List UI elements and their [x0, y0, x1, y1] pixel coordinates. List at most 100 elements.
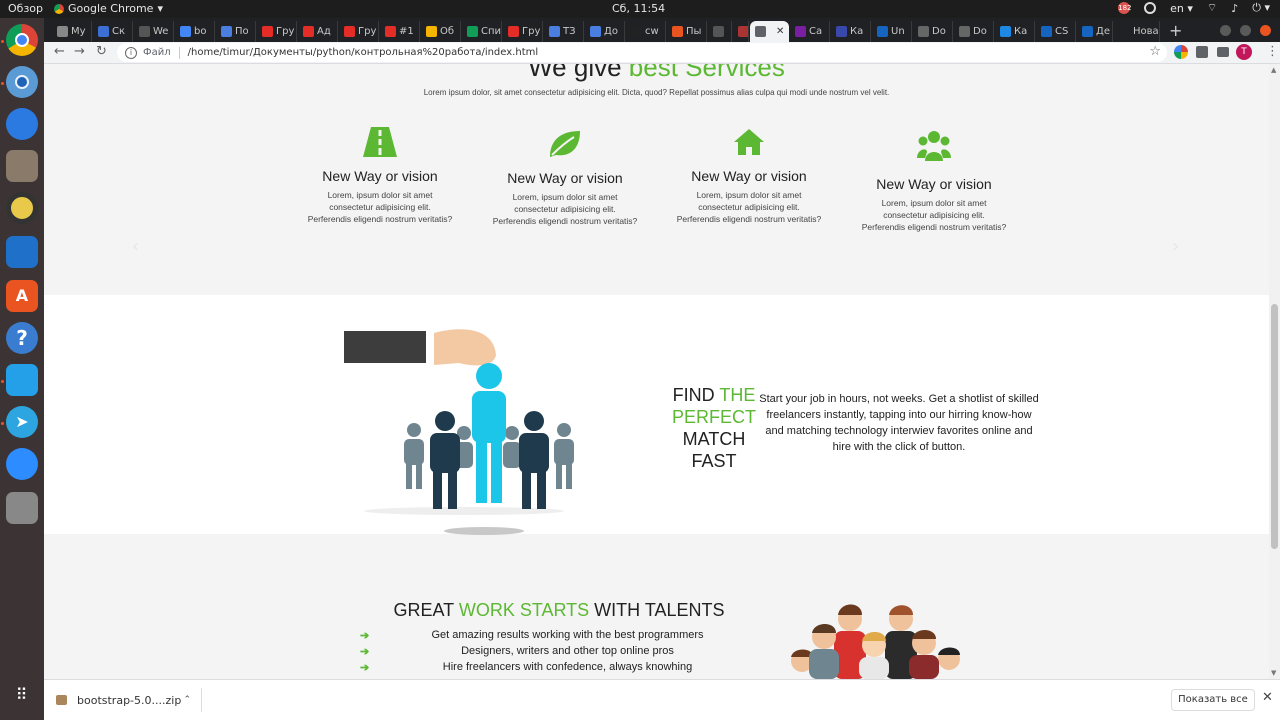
close-tab-icon[interactable]: ✕ [776, 26, 784, 37]
toolbar: ← → ↻ i Файл /home/timur/Документы/pytho… [44, 42, 1280, 64]
wifi-icon[interactable]: ⌔ [1207, 1, 1217, 15]
address-bar[interactable]: i Файл /home/timur/Документы/python/конт… [117, 43, 1167, 62]
tab[interactable]: Ск [93, 21, 133, 42]
notification-badge[interactable]: 182 [1118, 2, 1131, 14]
service-card: New Way or vision Lorem, ipsum dolor sit… [849, 122, 1019, 233]
thunderbird-icon[interactable] [6, 108, 38, 140]
tab[interactable]: Do [913, 21, 953, 42]
tab[interactable]: Ка [995, 21, 1035, 42]
forward-icon[interactable]: → [74, 44, 85, 59]
profile-avatar[interactable]: T [1236, 44, 1252, 60]
download-filename: bootstrap-5.0....zip [77, 693, 182, 707]
reading-list-icon[interactable] [1217, 47, 1229, 57]
tab[interactable]: Об [421, 21, 461, 42]
tab[interactable]: Ка [831, 21, 871, 42]
power-icon[interactable]: ⏻ ▾ [1252, 1, 1270, 15]
scrollbar-thumb[interactable] [1271, 304, 1278, 549]
minimize-button[interactable] [1220, 25, 1231, 36]
tab[interactable]: My [52, 21, 92, 42]
tab[interactable]: Un [872, 21, 912, 42]
carousel-prev-button[interactable]: ‹ [132, 236, 139, 257]
zoom-icon[interactable] [6, 448, 38, 480]
tab-strip: My Ск We bo По Гру Ад Гру #1 Об Спи Гру ТЗ До cw Пы ✕ Са К… [44, 18, 1280, 42]
tab[interactable]: We [134, 21, 174, 42]
printer-icon[interactable] [6, 492, 38, 524]
close-downloads-icon[interactable]: ✕ [1262, 690, 1273, 705]
tab-label: Гру [522, 26, 541, 37]
help-icon[interactable]: ? [6, 322, 38, 354]
tab[interactable]: Са [790, 21, 830, 42]
info-icon[interactable]: i [125, 46, 137, 59]
road-icon [363, 127, 397, 157]
url-text[interactable]: /home/timur/Документы/python/контрольная… [188, 47, 539, 58]
tab-label: Пы [686, 26, 702, 37]
tab-favicon-icon [713, 26, 724, 37]
chevron-up-icon[interactable]: ⌃ [183, 695, 191, 705]
vscode-icon[interactable] [6, 364, 38, 396]
tab[interactable]: Новая [1114, 21, 1160, 42]
extensions-icon[interactable] [1196, 46, 1208, 58]
back-icon[interactable]: ← [54, 44, 65, 59]
menu-kebab-icon[interactable]: ⋮ [1266, 44, 1279, 59]
tab-label: Гру [358, 26, 377, 37]
service-title: New Way or vision [507, 170, 623, 186]
show-apps-icon[interactable]: ⠿ [6, 680, 38, 712]
tab[interactable]: ТЗ [544, 21, 584, 42]
rhythmbox-icon[interactable] [6, 192, 38, 224]
tab[interactable]: Гру [257, 21, 297, 42]
tab[interactable]: Де [1077, 21, 1113, 42]
color-extension-icon[interactable] [1174, 45, 1188, 59]
carousel-next-button[interactable]: › [1172, 236, 1179, 257]
scroll-down-icon[interactable]: ▼ [1271, 669, 1276, 677]
show-all-downloads-button[interactable]: Показать все [1171, 689, 1255, 711]
bookmark-star-icon[interactable]: ☆ [1149, 44, 1161, 59]
list-item: ➔ Designers, writers and other top online… [360, 645, 674, 658]
tab[interactable]: Ад [298, 21, 338, 42]
download-item[interactable]: bootstrap-5.0....zip ⌃ [56, 688, 202, 712]
service-title: New Way or vision [322, 168, 438, 184]
chromium-launcher-icon[interactable] [6, 66, 38, 98]
tab-favicon-icon [303, 26, 314, 37]
tab[interactable]: bo [175, 21, 215, 42]
tab-favicon-icon [1041, 26, 1052, 37]
tab-label: Гру [276, 26, 295, 37]
activities-button[interactable]: Обзор [8, 2, 43, 15]
volume-icon[interactable]: ♪ [1231, 2, 1238, 15]
new-tab-button[interactable]: + [1169, 21, 1182, 40]
software-center-icon[interactable]: A [6, 280, 38, 312]
tab[interactable]: Гру [503, 21, 543, 42]
telegram-icon[interactable]: ➤ [6, 406, 38, 438]
tab[interactable]: По [216, 21, 256, 42]
tab[interactable]: До [585, 21, 625, 42]
chrome-launcher-icon[interactable] [6, 24, 38, 56]
web-page: We give best Services Lorem ipsum dolor,… [44, 64, 1269, 679]
writer-icon[interactable] [6, 236, 38, 268]
tab-label: Do [973, 26, 987, 37]
list-item: ➔ Get amazing results working with the be… [360, 629, 704, 642]
clock[interactable]: Сб, 11:54 [612, 2, 665, 15]
close-window-button[interactable] [1260, 25, 1271, 36]
tab[interactable] [708, 21, 732, 42]
hiring-illustration [344, 329, 574, 535]
tab[interactable]: Do [954, 21, 994, 42]
tab-label: До [604, 26, 618, 37]
tab[interactable]: cw [626, 21, 666, 42]
sync-icon[interactable] [1144, 2, 1157, 14]
tab[interactable]: Пы [667, 21, 707, 42]
tab-active[interactable]: ✕ [750, 21, 789, 42]
tab[interactable]: Гру [339, 21, 379, 42]
tab[interactable]: CS [1036, 21, 1076, 42]
scroll-up-icon[interactable]: ▲ [1271, 66, 1276, 74]
page-scrollbar[interactable]: ▲ ▼ [1269, 64, 1280, 679]
app-menu[interactable]: Google Chrome ▾ [54, 2, 163, 15]
tab[interactable] [733, 21, 749, 42]
maximize-button[interactable] [1240, 25, 1251, 36]
tab[interactable]: #1 [380, 21, 420, 42]
reload-icon[interactable]: ↻ [96, 44, 107, 59]
language-indicator[interactable]: en ▾ [1170, 2, 1193, 15]
tab[interactable]: Спи [462, 21, 502, 42]
tab-favicon-icon [180, 26, 191, 37]
files-icon[interactable] [6, 150, 38, 182]
tab-favicon-icon [738, 26, 748, 37]
leaf-icon [550, 131, 580, 157]
